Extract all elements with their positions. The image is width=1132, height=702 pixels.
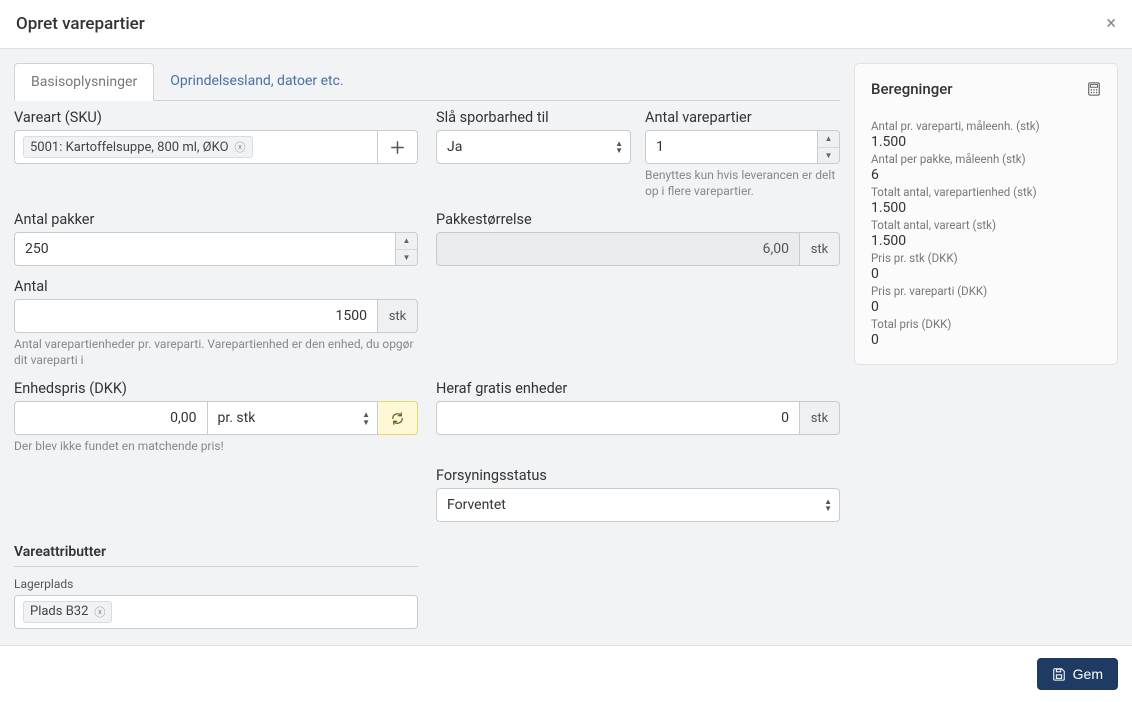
modal-footer: Gem: [0, 645, 1132, 702]
sku-add-button[interactable]: [378, 130, 418, 164]
traceability-select[interactable]: Ja: [436, 130, 631, 164]
plus-icon: [390, 140, 405, 155]
qty-field: Antal 1500 stk Antal varepartienheder pr…: [14, 278, 418, 368]
form-area: Basisoplysninger Oprindelsesland, datoer…: [14, 63, 840, 645]
storage-chip-remove-icon[interactable]: ⓧ: [94, 604, 105, 620]
packages-field: Antal pakker 250 ▲ ▼: [14, 211, 418, 266]
lot-count-label: Antal varepartier: [645, 109, 840, 126]
sku-input[interactable]: 5001: Kartoffelsuppe, 800 ml, ØKO ⓧ: [14, 130, 378, 164]
chevron-down-icon[interactable]: ▼: [818, 148, 839, 164]
free-units-field: Heraf gratis enheder 0 stk: [436, 380, 840, 455]
packages-stepper[interactable]: ▲ ▼: [396, 232, 418, 266]
modal-title: Opret varepartier: [16, 14, 145, 34]
traceability-field: Slå sporbarhed til Ja ▲▼: [436, 109, 631, 199]
chevron-up-down-icon: ▲▼: [824, 498, 832, 512]
calculations-heading: Beregninger: [871, 80, 953, 98]
unit-price-per-select[interactable]: pr. stk: [207, 401, 379, 435]
tab-origin-dates[interactable]: Oprindelsesland, datoer etc.: [154, 63, 359, 100]
pack-size-label: Pakkestørrelse: [436, 211, 840, 228]
lot-count-help: Benyttes kun hvis leverancen er delt op …: [645, 168, 840, 199]
unit-price-help: Der blev ikke fundet en matchende pris!: [14, 439, 418, 455]
calculations-panel: Beregninger Antal pr. vareparti, måleenh…: [854, 63, 1118, 365]
calc-row-value: 1.500: [871, 134, 1101, 150]
free-units-label: Heraf gratis enheder: [436, 380, 840, 397]
calc-row-value: 1.500: [871, 233, 1101, 249]
attributes-section: Vareattributter Lagerplads Plads B32 ⓧ: [14, 534, 418, 629]
storage-chip-text: Plads B32: [30, 604, 88, 619]
calc-row-value: 1.500: [871, 200, 1101, 216]
storage-input[interactable]: Plads B32 ⓧ: [14, 595, 418, 629]
modal-body: Basisoplysninger Oprindelsesland, datoer…: [0, 49, 1132, 645]
close-icon[interactable]: ×: [1106, 15, 1116, 33]
attributes-heading: Vareattributter: [14, 544, 418, 560]
chevron-up-icon[interactable]: ▲: [396, 233, 417, 250]
tab-basic-info[interactable]: Basisoplysninger: [14, 63, 154, 101]
modal-header: Opret varepartier ×: [0, 0, 1132, 49]
save-icon: [1052, 667, 1066, 681]
save-button-label: Gem: [1073, 666, 1103, 682]
calculator-icon: [1087, 82, 1101, 96]
spacer: [436, 278, 840, 368]
lot-count-field: Antal varepartier 1 ▲ ▼ Benyttes kun hvi…: [645, 109, 840, 199]
pack-size-field: Pakkestørrelse 6,00 stk: [436, 211, 840, 266]
unit-price-input[interactable]: 0,00: [14, 401, 207, 435]
packages-input[interactable]: 250: [14, 232, 396, 266]
chevron-up-down-icon: ▲▼: [615, 140, 623, 154]
qty-unit: stk: [378, 299, 418, 333]
supply-status-field: Forsyningsstatus Forventet ▲▼: [436, 467, 840, 522]
storage-chip: Plads B32 ⓧ: [23, 601, 112, 623]
packages-label: Antal pakker: [14, 211, 418, 228]
supply-status-select[interactable]: Forventet: [436, 488, 840, 522]
sku-label: Vareart (SKU): [14, 109, 418, 126]
free-units-input[interactable]: 0: [436, 401, 800, 435]
chevron-down-icon[interactable]: ▼: [396, 250, 417, 266]
sku-chip-remove-icon[interactable]: ⓧ: [235, 139, 246, 155]
sku-chip-text: 5001: Kartoffelsuppe, 800 ml, ØKO: [30, 140, 229, 155]
calculations-list: Antal pr. vareparti, måleenh. (stk)1.500…: [871, 118, 1101, 348]
calc-row-value: 0: [871, 266, 1101, 282]
sku-chip: 5001: Kartoffelsuppe, 800 ml, ØKO ⓧ: [23, 136, 253, 158]
calc-row-label: Pris pr. stk (DKK): [871, 251, 1101, 265]
divider: [14, 566, 418, 567]
row-traceability-lots: Slå sporbarhed til Ja ▲▼ Antal vareparti…: [436, 109, 840, 199]
calc-row-value: 6: [871, 167, 1101, 183]
calc-row-value: 0: [871, 332, 1101, 348]
calc-row-label: Pris pr. vareparti (DKK): [871, 284, 1101, 298]
calc-row-label: Totalt antal, varepartienhed (stk): [871, 185, 1101, 199]
calc-row-label: Totalt antal, vareart (stk): [871, 218, 1101, 232]
pack-size-unit: stk: [800, 232, 840, 266]
supply-status-label: Forsyningsstatus: [436, 467, 840, 484]
sku-field: Vareart (SKU) 5001: Kartoffelsuppe, 800 …: [14, 109, 418, 199]
unit-price-refresh-button[interactable]: [378, 401, 418, 435]
chevron-up-down-icon: ▲▼: [362, 411, 370, 425]
lot-count-stepper[interactable]: ▲ ▼: [818, 130, 840, 164]
lot-count-input[interactable]: 1: [645, 130, 818, 164]
calc-row-label: Total pris (DKK): [871, 317, 1101, 331]
qty-help: Antal varepartienheder pr. vareparti. Va…: [14, 337, 418, 368]
unit-price-label: Enhedspris (DKK): [14, 380, 418, 397]
qty-input[interactable]: 1500: [14, 299, 378, 333]
calc-row-label: Antal per pakke, måleenh (stk): [871, 152, 1101, 166]
pack-size-input: 6,00: [436, 232, 800, 266]
free-units-unit: stk: [800, 401, 840, 435]
tabs: Basisoplysninger Oprindelsesland, datoer…: [14, 63, 840, 101]
traceability-label: Slå sporbarhed til: [436, 109, 631, 126]
spacer: [436, 534, 840, 629]
qty-label: Antal: [14, 278, 418, 295]
save-button[interactable]: Gem: [1037, 658, 1118, 690]
form-grid: Vareart (SKU) 5001: Kartoffelsuppe, 800 …: [14, 109, 840, 629]
refresh-icon: [390, 411, 405, 426]
calc-row-value: 0: [871, 299, 1101, 315]
spacer: [14, 467, 418, 522]
chevron-up-icon[interactable]: ▲: [818, 131, 839, 148]
storage-label: Lagerplads: [14, 577, 418, 591]
unit-price-field: Enhedspris (DKK) 0,00 pr. stk ▲▼ Der ble…: [14, 380, 418, 455]
calc-row-label: Antal pr. vareparti, måleenh. (stk): [871, 119, 1101, 133]
